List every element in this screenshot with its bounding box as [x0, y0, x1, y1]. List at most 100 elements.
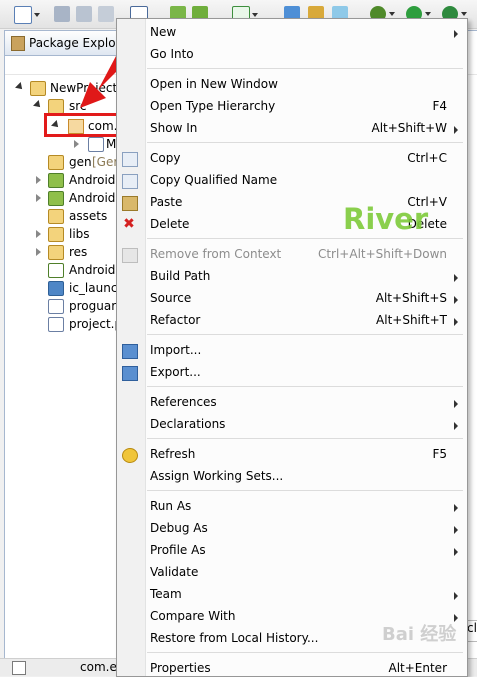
tree-label: libs	[69, 227, 90, 241]
menu-separator	[147, 238, 463, 239]
menu-item-remove-from-context[interactable]: Remove from Context Ctrl+Alt+Shift+Down	[117, 244, 467, 266]
menu-item-label: Remove from Context	[150, 247, 282, 261]
menu-item-build-path[interactable]: Build Path	[117, 266, 467, 288]
gen-folder-icon	[48, 155, 64, 170]
menu-item-run-as[interactable]: Run As	[117, 496, 467, 518]
menu-item-label: Refactor	[150, 313, 201, 327]
menu-item-open-in-new-window[interactable]: Open in New Window	[117, 74, 467, 96]
menu-item-source[interactable]: Source Alt+Shift+S	[117, 288, 467, 310]
menu-item-shortcut: Alt+Shift+T	[376, 313, 447, 327]
collapse-twisty-icon[interactable]	[36, 248, 41, 256]
fast-view-icon[interactable]	[12, 661, 26, 675]
menu-item-declarations[interactable]: Declarations	[117, 414, 467, 436]
tree-item-proguard[interactable]: proguarc	[32, 297, 122, 315]
tree-item-project-properties[interactable]: project.p	[32, 315, 122, 333]
menu-item-label: Declarations	[150, 417, 226, 431]
menu-item-shortcut: Alt+Shift+W	[371, 121, 448, 135]
submenu-arrow-icon	[454, 296, 458, 304]
baidu-watermark: Bai 经验	[382, 624, 457, 645]
menu-item-debug-as[interactable]: Debug As	[117, 518, 467, 540]
tree-item-manifest[interactable]: AndroidM	[32, 261, 126, 279]
tree-item-ic-launcher[interactable]: ic_launch	[32, 279, 125, 297]
menu-item-new[interactable]: New	[117, 22, 467, 44]
menu-separator	[147, 68, 463, 69]
folder-icon	[48, 209, 64, 224]
submenu-arrow-icon	[454, 318, 458, 326]
menu-separator	[147, 334, 463, 335]
tree-item-android-library-1[interactable]: Android	[32, 171, 122, 189]
menu-item-label: Open in New Window	[150, 77, 278, 91]
tree-label: Android	[69, 173, 116, 187]
menu-item-refresh[interactable]: Refresh F5	[117, 444, 467, 466]
menu-item-label: Restore from Local History...	[150, 631, 319, 645]
print-icon[interactable]	[98, 6, 114, 22]
menu-item-shortcut: F4	[432, 99, 447, 113]
menu-item-label: Validate	[150, 565, 199, 579]
tree-item-res[interactable]: res	[32, 243, 122, 261]
menu-item-references[interactable]: References	[117, 392, 467, 414]
menu-item-label: Open Type Hierarchy	[150, 99, 276, 113]
refresh-icon	[122, 448, 138, 463]
tree-label: M	[106, 137, 117, 151]
menu-item-assign-working-sets[interactable]: Assign Working Sets...	[117, 466, 467, 488]
menu-item-team[interactable]: Team	[117, 584, 467, 606]
source-folder-icon	[48, 99, 64, 114]
menu-item-label: Profile As	[150, 543, 206, 557]
context-menu: New Go Into Open in New Window Open Type…	[116, 18, 468, 677]
menu-item-refactor[interactable]: Refactor Alt+Shift+T	[117, 310, 467, 332]
menu-item-label: Source	[150, 291, 192, 305]
river-watermark: River	[343, 202, 429, 236]
menu-item-label: Delete	[150, 217, 190, 231]
collapse-twisty-icon[interactable]	[74, 140, 79, 148]
tree-item-gen[interactable]: gen [Ger	[32, 153, 122, 171]
menu-item-copy-qualified-name[interactable]: Copy Qualified Name	[117, 170, 467, 192]
menu-item-shortcut: Alt+Enter	[388, 661, 447, 675]
paste-icon	[122, 196, 138, 211]
menu-separator	[147, 490, 463, 491]
expand-twisty-icon[interactable]	[15, 82, 25, 92]
fragment-text: cl	[467, 621, 477, 635]
tree-label: gen	[69, 155, 92, 169]
save-all-icon[interactable]	[76, 6, 92, 22]
tree-item-assets[interactable]: assets	[32, 207, 122, 225]
menu-item-label: Copy	[150, 151, 181, 165]
menu-separator	[147, 142, 463, 143]
submenu-arrow-icon	[454, 548, 458, 556]
collapse-twisty-icon[interactable]	[36, 176, 41, 184]
java-file-icon	[88, 137, 104, 152]
expand-twisty-icon[interactable]	[33, 100, 43, 110]
menu-item-go-into[interactable]: Go Into	[117, 44, 467, 66]
menu-item-label: Paste	[150, 195, 183, 209]
submenu-arrow-icon	[454, 274, 458, 282]
tree-item-java-file[interactable]: M	[70, 135, 120, 153]
tree-item-libs[interactable]: libs	[32, 225, 122, 243]
menu-item-profile-as[interactable]: Profile As	[117, 540, 467, 562]
menu-item-export[interactable]: Export...	[117, 362, 467, 384]
collapse-twisty-icon[interactable]	[36, 194, 41, 202]
menu-item-label: Compare With	[150, 609, 236, 623]
menu-item-copy[interactable]: Copy Ctrl+C	[117, 148, 467, 170]
submenu-arrow-icon	[454, 422, 458, 430]
submenu-arrow-icon	[454, 30, 458, 38]
menu-item-properties[interactable]: Properties Alt+Enter	[117, 658, 467, 676]
menu-item-validate[interactable]: Validate	[117, 562, 467, 584]
new-wizard-icon[interactable]	[14, 6, 40, 24]
save-icon[interactable]	[54, 6, 70, 22]
menu-item-open-type-hierarchy[interactable]: Open Type Hierarchy F4	[117, 96, 467, 118]
tree-label: proguarc	[69, 299, 123, 313]
collapse-twisty-icon[interactable]	[36, 230, 41, 238]
menu-separator	[147, 386, 463, 387]
menu-item-shortcut: Alt+Shift+S	[375, 291, 447, 305]
menu-item-label: Refresh	[150, 447, 196, 461]
menu-item-show-in[interactable]: Show In Alt+Shift+W	[117, 118, 467, 140]
tree-decoration: [Ger	[92, 155, 119, 169]
menu-item-label: Run As	[150, 499, 192, 513]
import-icon	[122, 344, 138, 359]
menu-item-label: Export...	[150, 365, 201, 379]
text-file-icon	[48, 299, 64, 314]
menu-item-import[interactable]: Import...	[117, 340, 467, 362]
submenu-arrow-icon	[454, 526, 458, 534]
tree-item-android-library-2[interactable]: Android	[32, 189, 122, 207]
submenu-arrow-icon	[454, 126, 458, 134]
library-icon	[48, 191, 64, 206]
